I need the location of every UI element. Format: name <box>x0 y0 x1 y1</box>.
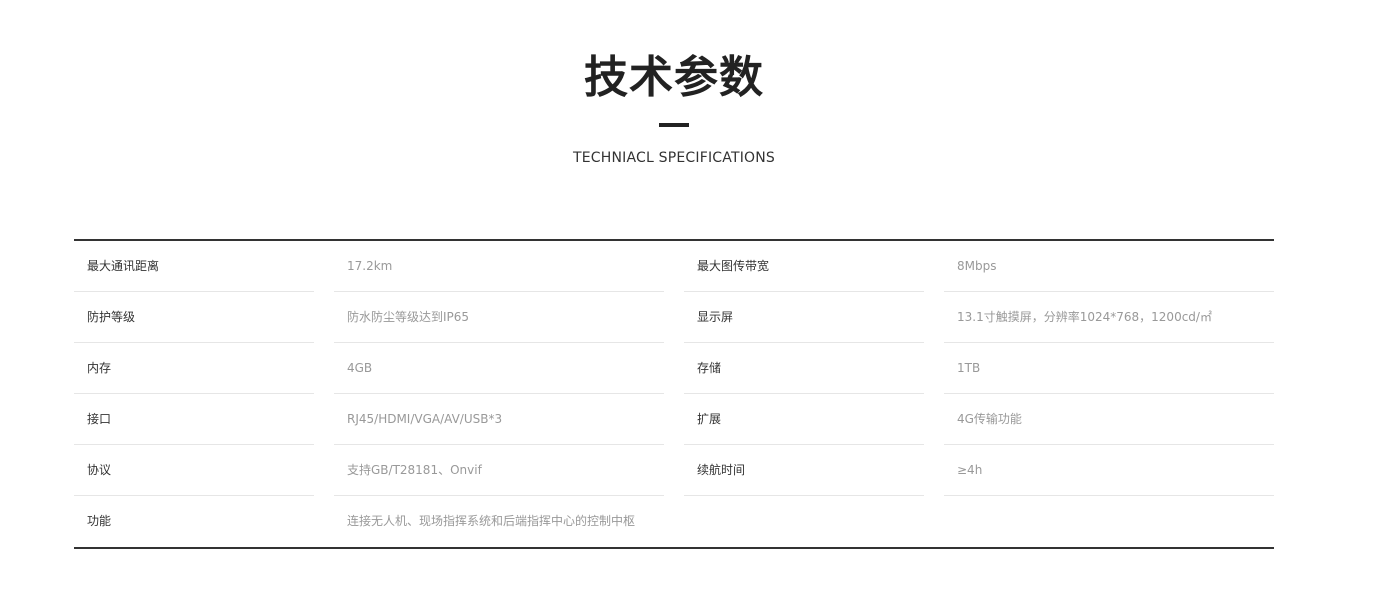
spec-row: 内存 4GB 存储 1TB <box>74 343 1274 394</box>
spec-value: 防水防尘等级达到IP65 <box>334 292 664 343</box>
spec-value: 17.2km <box>334 241 664 292</box>
title-underline <box>659 123 689 127</box>
spec-value: 1TB <box>944 343 1274 394</box>
spec-label: 协议 <box>74 445 314 496</box>
spec-value: 连接无人机、现场指挥系统和后端指挥中心的控制中枢 <box>347 514 636 528</box>
spec-label: 功能 <box>87 514 112 528</box>
page-subtitle: TECHNIACL SPECIFICATIONS <box>572 150 776 166</box>
spec-table: 最大通讯距离 17.2km 最大图传带宽 8Mbps 防护等级 防水防尘等级达到… <box>74 239 1274 549</box>
spec-label: 续航时间 <box>684 445 924 496</box>
spec-label: 接口 <box>74 394 314 445</box>
spec-value: RJ45/HDMI/VGA/AV/USB*3 <box>334 394 664 445</box>
spec-row: 最大通讯距离 17.2km 最大图传带宽 8Mbps <box>74 241 1274 292</box>
spec-row: 防护等级 防水防尘等级达到IP65 显示屏 13.1寸触摸屏，分辨率1024*7… <box>74 292 1274 343</box>
spec-page: 技术参数 TECHNIACL SPECIFICATIONS 最大通讯距离 17.… <box>0 0 1392 589</box>
spec-label: 显示屏 <box>684 292 924 343</box>
spec-label: 存储 <box>684 343 924 394</box>
spec-label: 扩展 <box>684 394 924 445</box>
spec-row: 功能 连接无人机、现场指挥系统和后端指挥中心的控制中枢 <box>74 496 1274 547</box>
spec-value: ≥4h <box>944 445 1274 496</box>
spec-value: 4G传输功能 <box>944 394 1274 445</box>
spec-value <box>944 496 1274 547</box>
spec-row: 协议 支持GB/T28181、Onvif 续航时间 ≥4h <box>74 445 1274 496</box>
page-title: 技术参数 <box>584 52 764 103</box>
spec-value: 8Mbps <box>944 241 1274 292</box>
spec-label <box>684 496 924 547</box>
spec-label: 防护等级 <box>74 292 314 343</box>
spec-value: 支持GB/T28181、Onvif <box>334 445 664 496</box>
spec-value: 4GB <box>334 343 664 394</box>
spec-value: 13.1寸触摸屏，分辨率1024*768，1200cd/㎡ <box>944 292 1274 343</box>
spec-label: 最大图传带宽 <box>684 241 924 292</box>
spec-label: 内存 <box>74 343 314 394</box>
spec-row: 接口 RJ45/HDMI/VGA/AV/USB*3 扩展 4G传输功能 <box>74 394 1274 445</box>
spec-label: 最大通讯距离 <box>74 241 314 292</box>
